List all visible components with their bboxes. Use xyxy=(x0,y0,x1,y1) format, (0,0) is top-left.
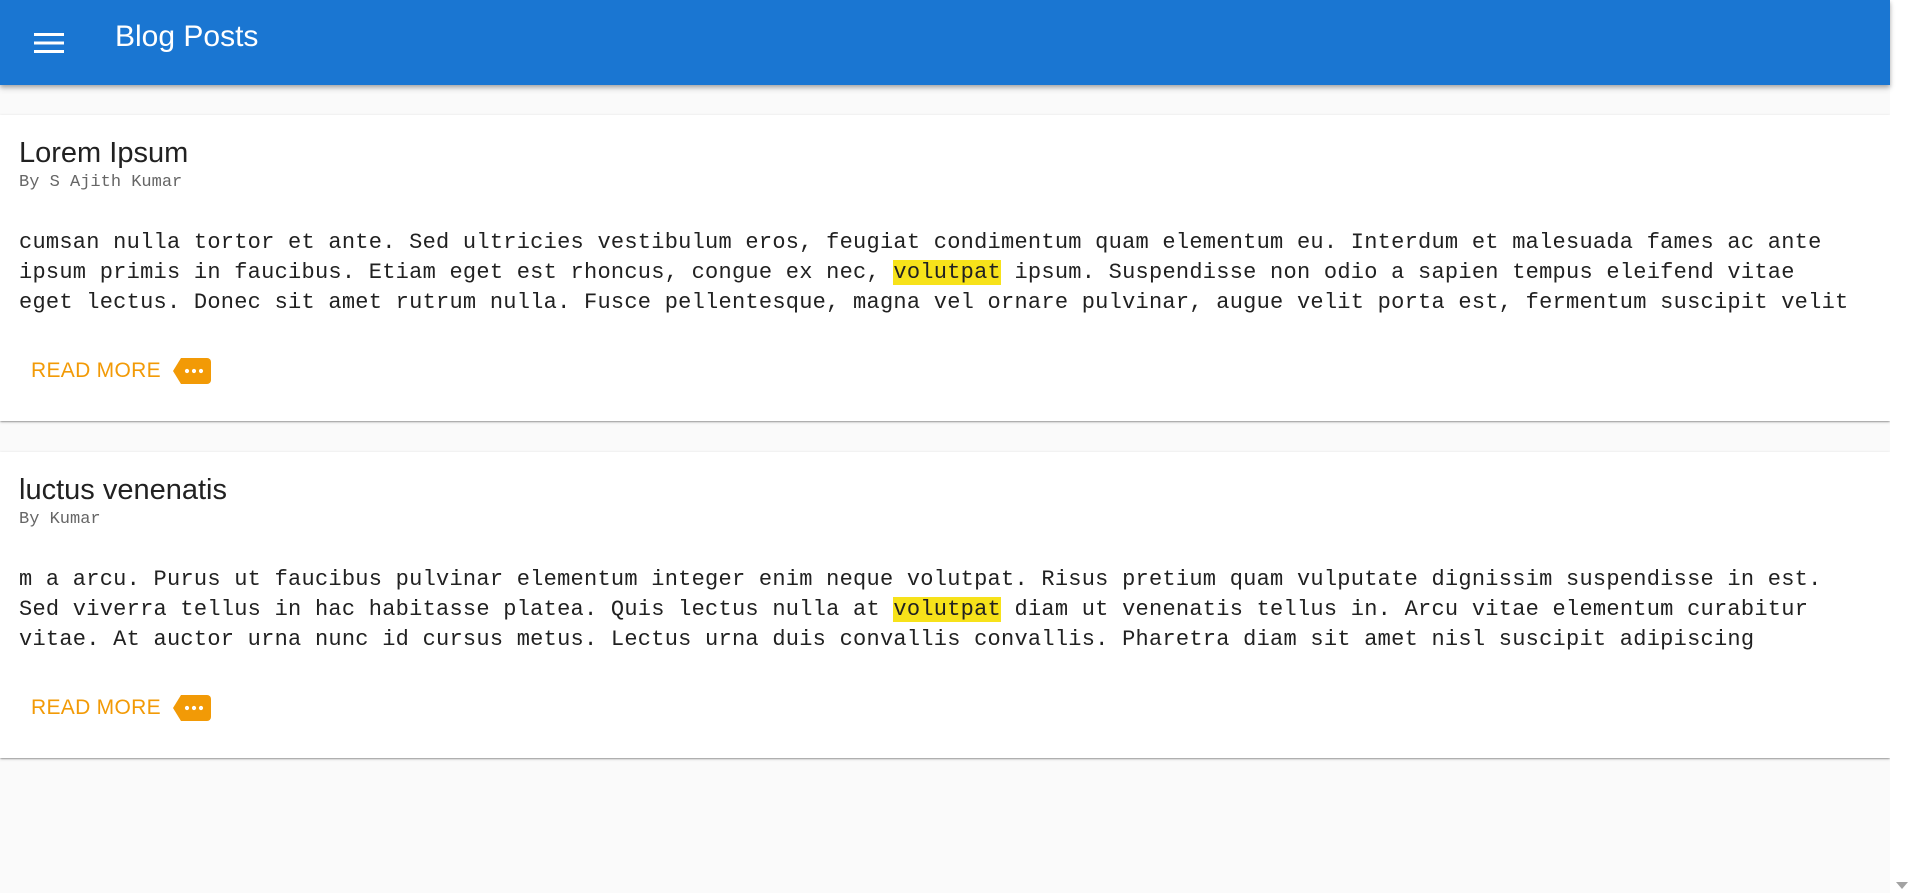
excerpt-line: Sed viverra tellus in hac habitasse plat… xyxy=(19,597,1809,622)
read-more-button[interactable]: READ MORE xyxy=(19,351,223,391)
excerpt-line: vitae. At auctor urna nunc id cursus met… xyxy=(19,627,1755,652)
post-title: luctus venenatis xyxy=(19,474,227,506)
excerpt-line: ipsum primis in faucibus. Etiam eget est… xyxy=(19,260,1795,285)
post-title: Lorem Ipsum xyxy=(19,137,189,169)
read-more-label: READ MORE xyxy=(31,359,161,382)
post-card: luctus venenatis By Kumar m a arcu. Puru… xyxy=(0,452,1890,758)
excerpt-line: m a arcu. Purus ut faucibus pulvinar ele… xyxy=(19,567,1822,592)
post-author: By S Ajith Kumar xyxy=(19,173,183,192)
more-tag-icon xyxy=(172,358,211,384)
search-highlight: volutpat xyxy=(893,597,1002,622)
excerpt-line: eget lectus. Donec sit amet rutrum nulla… xyxy=(19,290,1849,315)
vertical-scrollbar[interactable] xyxy=(1890,0,1915,893)
posts-list: Lorem Ipsum By S Ajith Kumar cumsan null… xyxy=(0,85,1890,893)
page-title: Blog Posts xyxy=(115,20,259,53)
post-excerpt: m a arcu. Purus ut faucibus pulvinar ele… xyxy=(19,565,1881,655)
read-more-label: READ MORE xyxy=(31,696,161,719)
read-more-button[interactable]: READ MORE xyxy=(19,688,223,728)
scroll-down-arrow-icon[interactable] xyxy=(1896,882,1908,889)
post-card: Lorem Ipsum By S Ajith Kumar cumsan null… xyxy=(0,115,1890,421)
app-bar: Blog Posts xyxy=(0,0,1890,85)
search-highlight: volutpat xyxy=(893,260,1002,285)
more-tag-icon xyxy=(172,695,211,721)
menu-button[interactable] xyxy=(24,18,74,68)
excerpt-line: cumsan nulla tortor et ante. Sed ultrici… xyxy=(19,230,1822,255)
menu-icon xyxy=(34,33,64,53)
post-author: By Kumar xyxy=(19,510,101,529)
post-excerpt: cumsan nulla tortor et ante. Sed ultrici… xyxy=(19,228,1881,318)
